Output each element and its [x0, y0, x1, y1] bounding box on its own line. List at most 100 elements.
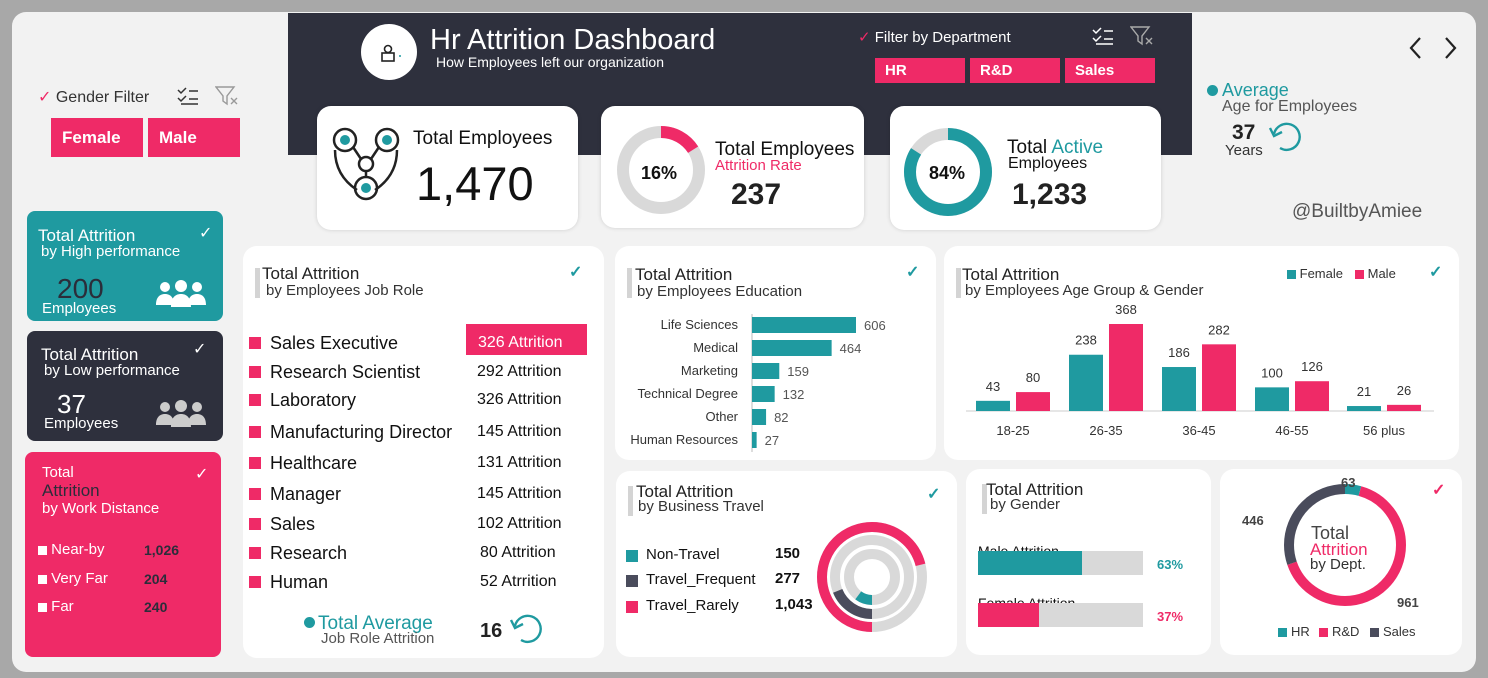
data-label: 26	[1397, 383, 1411, 398]
list-item[interactable]: Very Far 204	[38, 570, 208, 587]
bar[interactable]	[752, 409, 767, 425]
card-title: Total Attrition	[962, 265, 1060, 284]
gender-button-male[interactable]: Male	[148, 118, 240, 157]
legend-label[interactable]: Travel_Frequent	[646, 571, 756, 588]
data-label: 43	[986, 379, 1000, 394]
clear-filter-icon[interactable]	[1129, 25, 1154, 52]
job-role-label[interactable]: Manufacturing Director	[270, 422, 452, 443]
job-role-value: 102 Attrition	[477, 515, 562, 532]
bar[interactable]	[1387, 404, 1421, 411]
dept-filter-text: Filter by Department	[874, 29, 1011, 46]
people-icon	[156, 400, 206, 427]
bar[interactable]	[1069, 354, 1103, 411]
data-label: 368	[1115, 302, 1137, 317]
education-bar-chart: Life Sciences 606 Medical 464 Marketing 159 Te…	[630, 314, 886, 452]
data-label: 21	[1357, 384, 1371, 399]
dept-button-hr[interactable]: HR	[875, 58, 965, 83]
check-icon: ✓	[1429, 264, 1443, 281]
job-role-value: 80 Attrition	[480, 544, 556, 561]
gender-clear-filter-icon[interactable]	[214, 85, 239, 112]
filter-clear-icon	[1129, 26, 1153, 46]
undo-arrow-icon	[509, 614, 542, 644]
job-role-label[interactable]: Research Scientist	[270, 362, 420, 383]
card-dept: ✓ Total Attrition by Dept. 63 961 446 HR R&D…	[1220, 469, 1462, 655]
legend-value: 1,043	[775, 596, 813, 613]
gender-multi-select-icon[interactable]	[177, 86, 199, 111]
chevron-left-icon	[1409, 37, 1421, 59]
dept-button-sales[interactable]: Sales	[1065, 58, 1155, 83]
card-title-b: Attrition	[42, 481, 100, 500]
legend-label[interactable]: Travel_Rarely	[646, 597, 739, 614]
legend-value: 277	[775, 570, 801, 587]
ring-track	[844, 549, 900, 605]
job-role-label[interactable]: Manager	[270, 484, 341, 505]
bar[interactable]	[752, 386, 775, 402]
distance-label: Far	[51, 598, 74, 615]
category-label: Medical	[693, 340, 738, 355]
bullet-icon	[249, 576, 261, 588]
card-high-performance: Total Attrition by High performance ✓ 20…	[27, 211, 223, 321]
dashboard-subtitle: How Employees left our organization	[436, 54, 665, 70]
credit-text: @BuiltbyAmiee	[1292, 201, 1423, 222]
bullet-icon	[38, 545, 47, 555]
bar[interactable]	[752, 340, 832, 356]
bar[interactable]	[1016, 392, 1050, 411]
bar[interactable]	[978, 603, 1040, 627]
check-icon: ✓	[927, 486, 941, 503]
list-item[interactable]: Far 240	[38, 598, 208, 615]
check-icon: ✓	[199, 225, 213, 242]
bar[interactable]	[752, 363, 780, 379]
job-role-value: 145 Attrition	[477, 485, 562, 502]
distance-value: 204	[144, 571, 168, 587]
legend-male: Male	[1355, 266, 1396, 281]
legend-label[interactable]: Non-Travel	[646, 546, 720, 563]
job-role-value: 131 Attrition	[477, 454, 562, 471]
kpi-sublabel: Attrition Rate	[715, 157, 802, 174]
bar[interactable]	[976, 400, 1010, 411]
multi-select-icon[interactable]	[1092, 26, 1114, 51]
data-label: 464	[840, 341, 862, 356]
checklist-icon	[1092, 27, 1113, 45]
bar[interactable]	[1109, 324, 1143, 411]
title-accent	[628, 486, 633, 516]
job-role-label[interactable]: Sales	[270, 514, 315, 535]
title-accent	[627, 268, 632, 298]
bar[interactable]	[752, 432, 757, 448]
card-title: Total Attrition	[262, 264, 360, 283]
bar[interactable]	[1295, 381, 1329, 411]
category-label: Marketing	[681, 363, 738, 378]
category-label: Life Sciences	[661, 317, 739, 332]
job-role-label[interactable]: Laboratory	[270, 390, 356, 411]
prev-page-button[interactable]	[1406, 32, 1426, 69]
bar[interactable]	[1347, 406, 1381, 411]
job-role-value: 326 Attrition	[478, 334, 563, 351]
list-item[interactable]: Near-by 1,026	[38, 541, 208, 558]
card-gender: Total Attrition by Gender Male Attrition…	[966, 469, 1211, 655]
bar[interactable]	[1162, 367, 1196, 411]
bar[interactable]	[752, 317, 856, 333]
dept-button-rd[interactable]: R&D	[970, 58, 1060, 83]
legend-swatch	[1278, 628, 1287, 637]
avg-value: 16	[480, 620, 503, 642]
bar[interactable]	[1202, 344, 1236, 411]
category-label: 36-45	[1182, 423, 1215, 438]
next-page-button[interactable]	[1440, 32, 1460, 69]
job-role-label[interactable]: Healthcare	[270, 453, 357, 474]
job-role-value: 326 Attrition	[477, 391, 562, 408]
legend-label: HR	[1291, 624, 1310, 639]
data-label: 186	[1168, 345, 1190, 360]
data-label: 27	[765, 433, 779, 448]
bar[interactable]	[978, 551, 1082, 575]
slice-label: 63	[1341, 475, 1356, 490]
card-business-travel: Total Attrition by Business Travel ✓ Non…	[616, 471, 957, 657]
job-role-label[interactable]: Human	[270, 572, 328, 593]
job-role-label[interactable]: Research	[270, 543, 347, 564]
gender-button-female[interactable]: Female	[51, 118, 143, 157]
card-title: Total Attrition	[635, 265, 733, 284]
bar[interactable]	[1255, 387, 1289, 411]
data-label: 100	[1261, 365, 1283, 380]
title-accent	[255, 268, 260, 298]
job-role-label[interactable]: Sales Executive	[270, 333, 398, 354]
travel-radial-chart	[817, 522, 927, 632]
kpi-sublabel: Employees	[1008, 155, 1088, 172]
